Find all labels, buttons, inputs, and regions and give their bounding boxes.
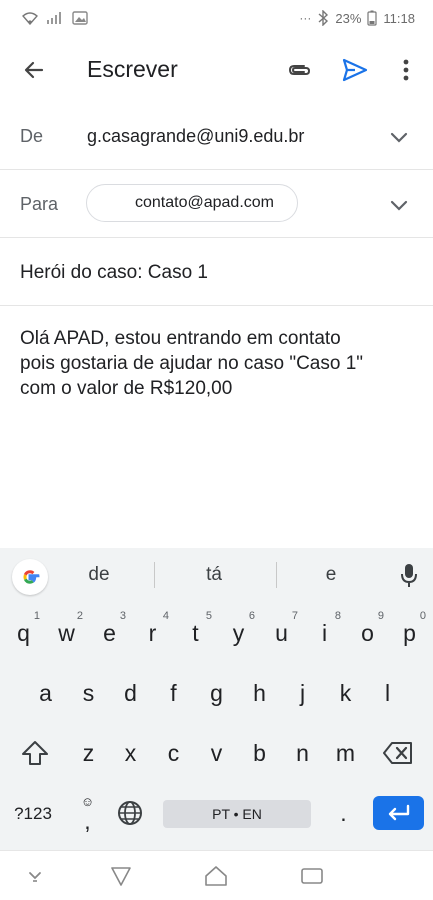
battery-percent: 23% — [335, 10, 362, 26]
message-body[interactable]: Olá APAD, estou entrando em contato pois… — [20, 326, 420, 401]
key-i[interactable]: i8 — [303, 604, 346, 662]
body-line: com o valor de R$120,00 — [20, 378, 233, 399]
hide-keyboard-button[interactable] — [20, 863, 50, 889]
nav-recents-button[interactable] — [297, 863, 327, 889]
key-k[interactable]: k — [324, 664, 367, 722]
language-key[interactable] — [108, 784, 151, 842]
key-b[interactable]: b — [238, 724, 281, 782]
suggestion-1[interactable]: de — [49, 564, 149, 586]
battery-icon — [367, 10, 378, 26]
bluetooth-icon — [318, 10, 329, 26]
more-options-button[interactable] — [386, 50, 426, 90]
to-label: Para — [20, 194, 59, 214]
key-h[interactable]: h — [238, 664, 281, 722]
wifi-icon — [22, 12, 38, 25]
from-row: De g.casagrande@uni9.edu.br — [0, 102, 433, 170]
overflow-dots: ··· — [299, 11, 312, 25]
clock: 11:18 — [383, 10, 415, 26]
key-m[interactable]: m — [324, 724, 367, 782]
nav-back-button[interactable] — [106, 863, 136, 889]
image-notification-icon — [72, 11, 88, 25]
attachment-icon — [288, 65, 311, 75]
key-a[interactable]: a — [24, 664, 67, 722]
status-bar: ··· 23% 11:18 — [0, 0, 433, 36]
key-s[interactable]: s — [67, 664, 110, 722]
subject-field[interactable]: Herói do caso: Caso 1 — [20, 262, 208, 284]
send-icon — [342, 58, 368, 82]
home-icon — [205, 866, 227, 886]
key-w[interactable]: w2 — [45, 604, 88, 662]
key-t[interactable]: t5 — [174, 604, 217, 662]
suggestion-divider — [154, 562, 155, 588]
enter-icon — [388, 804, 409, 821]
key-j[interactable]: j — [281, 664, 324, 722]
signal-icon — [47, 12, 61, 24]
navigation-bar — [0, 850, 433, 900]
emoji-icon: ☺ — [80, 794, 95, 809]
nav-home-button[interactable] — [201, 863, 231, 889]
period-key[interactable]: . — [322, 784, 365, 842]
suggestion-2[interactable]: tá — [164, 564, 264, 586]
app-bar: Escrever — [0, 36, 433, 102]
to-row: Para contato@apad.com — [0, 170, 433, 238]
from-address[interactable]: g.casagrande@uni9.edu.br — [87, 126, 304, 147]
from-label: De — [20, 126, 44, 146]
shift-icon — [21, 741, 48, 765]
space-bar[interactable]: PT • EN — [163, 800, 311, 828]
more-vert-icon — [403, 59, 409, 81]
page-title: Escrever — [87, 56, 178, 82]
to-expand-button[interactable] — [385, 192, 413, 220]
key-g[interactable]: g — [195, 664, 238, 722]
backspace-key[interactable] — [376, 724, 419, 782]
body-line: pois gostaria de ajudar no caso "Caso 1" — [20, 353, 364, 374]
comma-emoji-key[interactable]: ☺ , — [66, 784, 109, 842]
recents-icon — [301, 868, 323, 884]
key-d[interactable]: d — [109, 664, 152, 722]
key-o[interactable]: o9 — [346, 604, 389, 662]
microphone-icon — [401, 564, 417, 587]
globe-icon — [117, 801, 142, 825]
triangle-back-icon — [111, 867, 131, 886]
key-q[interactable]: q1 — [2, 604, 45, 662]
key-y[interactable]: y6 — [217, 604, 260, 662]
mic-button[interactable] — [396, 561, 422, 591]
symbols-key[interactable]: ?123 — [8, 798, 58, 830]
key-c[interactable]: c — [152, 724, 195, 782]
attach-button[interactable] — [279, 50, 319, 90]
key-n[interactable]: n — [281, 724, 324, 782]
suggestion-divider — [276, 562, 277, 588]
key-e[interactable]: e3 — [88, 604, 131, 662]
status-left — [22, 11, 88, 25]
chevron-down-icon — [29, 872, 41, 882]
key-p[interactable]: p0 — [388, 604, 431, 662]
google-icon[interactable] — [12, 559, 48, 595]
chevron-down-icon — [390, 132, 408, 143]
suggestion-3[interactable]: e — [281, 564, 381, 586]
send-button[interactable] — [335, 50, 375, 90]
key-f[interactable]: f — [152, 664, 195, 722]
suggestion-bar: de tá e — [0, 548, 433, 602]
backspace-icon — [382, 742, 412, 764]
keyboard: de tá e q1 w2 e3 r4 t5 y6 u7 i8 o9 p0 a … — [0, 548, 433, 850]
chevron-down-icon — [390, 200, 408, 211]
shift-key[interactable] — [13, 724, 56, 782]
subject-row: Herói do caso: Caso 1 — [0, 238, 433, 306]
back-button[interactable] — [14, 50, 54, 90]
status-right: ··· 23% 11:18 — [299, 10, 415, 26]
key-u[interactable]: u7 — [260, 604, 303, 662]
recipient-chip[interactable]: contato@apad.com — [86, 184, 298, 222]
key-x[interactable]: x — [109, 724, 152, 782]
body-line: Olá APAD, estou entrando em contato — [20, 328, 341, 349]
from-expand-button[interactable] — [385, 124, 413, 152]
key-z[interactable]: z — [67, 724, 110, 782]
key-l[interactable]: l — [366, 664, 409, 722]
key-v[interactable]: v — [195, 724, 238, 782]
arrow-back-icon — [24, 61, 44, 79]
enter-key[interactable] — [373, 796, 424, 830]
key-r[interactable]: r4 — [131, 604, 174, 662]
